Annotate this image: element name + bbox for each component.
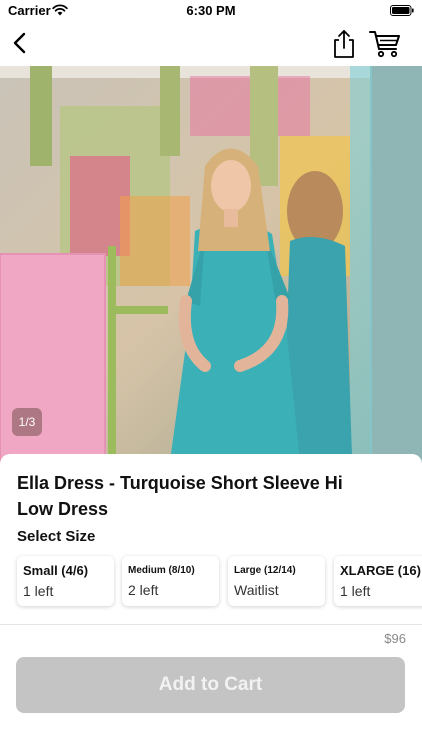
size-option-small[interactable]: Small (4/6) 1 left — [17, 556, 114, 606]
add-to-cart-button[interactable]: Add to Cart — [16, 657, 405, 713]
size-option-medium[interactable]: Medium (8/10) 2 left — [122, 556, 219, 606]
share-icon — [334, 30, 354, 58]
navigation-bar — [0, 22, 422, 66]
status-bar: Carrier 6:30 PM — [0, 0, 422, 22]
size-options: Small (4/6) 1 left Medium (8/10) 2 left … — [17, 556, 422, 606]
size-name: Large (12/14) — [234, 565, 296, 576]
page-indicator: 1/3 — [12, 408, 42, 436]
product-title: Ella Dress - Turquoise Short Sleeve Hi L… — [17, 473, 343, 519]
size-name: XLARGE (16) — [340, 563, 421, 578]
size-availability: Waitlist — [234, 582, 279, 598]
price-label: $96 — [384, 631, 406, 646]
cart-icon — [369, 31, 400, 58]
size-option-xlarge[interactable]: XLARGE (16) 1 left — [334, 556, 422, 606]
purchase-bar: $96 Add to Cart — [0, 624, 422, 750]
battery-icon — [390, 5, 414, 16]
size-option-large[interactable]: Large (12/14) Waitlist — [228, 556, 325, 606]
back-button[interactable] — [8, 28, 36, 58]
product-image — [0, 66, 422, 466]
select-size-label: Select Size — [17, 528, 96, 545]
product-photo[interactable] — [0, 66, 422, 466]
size-availability: 1 left — [23, 583, 54, 599]
size-availability: 2 left — [128, 582, 159, 598]
chevron-left-icon — [13, 32, 26, 54]
size-name: Small (4/6) — [23, 563, 89, 578]
size-name: Medium (8/10) — [128, 565, 195, 576]
product-details: Ella Dress - Turquoise Short Sleeve Hi L… — [0, 454, 422, 620]
share-button[interactable] — [330, 28, 358, 60]
cart-button[interactable] — [368, 29, 402, 59]
size-availability: 1 left — [340, 583, 371, 599]
clock: 6:30 PM — [186, 3, 236, 18]
